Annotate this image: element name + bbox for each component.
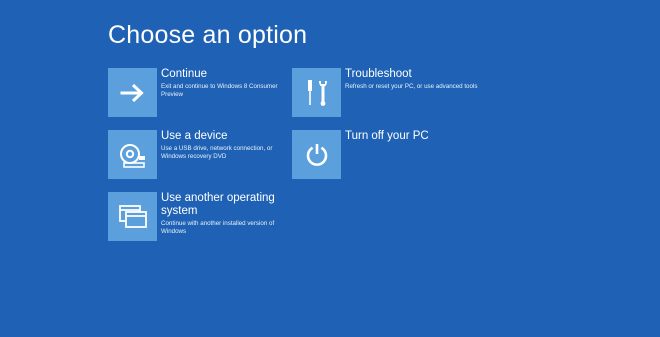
arrow-right-icon [120, 83, 144, 102]
option-troubleshoot-description: Refresh or reset your PC, or use advance… [345, 83, 478, 90]
windows-stack-icon [118, 204, 147, 228]
disc-drive-icon [119, 143, 145, 168]
option-use-device-tile[interactable] [108, 130, 157, 179]
option-turn-off-title[interactable]: Turn off your PC [345, 130, 429, 143]
option-use-device-title[interactable]: Use a device [161, 130, 288, 143]
option-use-device[interactable]: Use a device Use a USB drive, network co… [108, 130, 288, 179]
option-use-device-description: Use a USB drive, network connection, or … [161, 145, 273, 161]
option-continue[interactable]: Continue Exit and continue to Windows 8 … [108, 68, 288, 117]
page-title: Choose an option [108, 21, 308, 49]
option-other-os[interactable]: Use another operating system Continue wi… [108, 192, 298, 241]
option-other-os-tile[interactable] [108, 192, 157, 241]
option-turn-off[interactable]: Turn off your PC [292, 130, 472, 179]
option-turn-off-tile[interactable] [292, 130, 341, 179]
option-continue-title[interactable]: Continue [161, 68, 288, 81]
option-troubleshoot-title[interactable]: Troubleshoot [345, 68, 477, 81]
option-continue-description: Exit and continue to Windows 8 Consumer … [161, 83, 278, 99]
option-troubleshoot-tile[interactable] [292, 68, 341, 117]
tools-icon [307, 79, 327, 106]
power-icon [306, 143, 327, 166]
option-troubleshoot[interactable]: Troubleshoot Refresh or reset your PC, o… [292, 68, 492, 117]
option-continue-tile[interactable] [108, 68, 157, 117]
option-other-os-description: Continue with another installed version … [161, 220, 275, 236]
option-other-os-title[interactable]: Use another operating system [161, 192, 289, 218]
